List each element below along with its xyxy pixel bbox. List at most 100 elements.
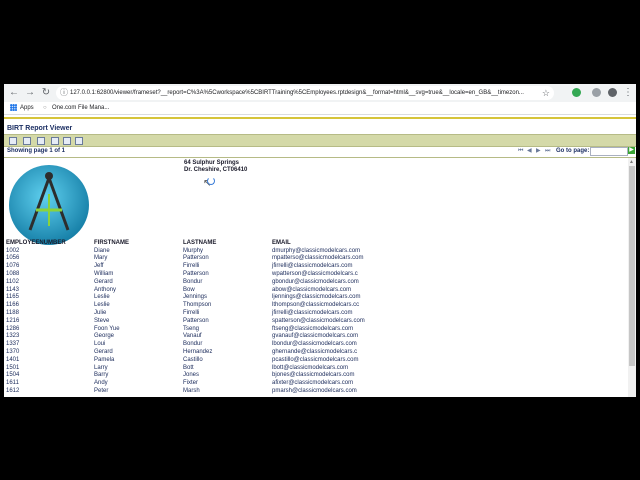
employee-number-cell: 1056 xyxy=(6,255,20,262)
profile-avatar-icon[interactable] xyxy=(608,88,617,97)
url-text: 127.0.0.1:62800/viewer/frameset?__report… xyxy=(70,90,524,96)
email-cell: ghernande@classicmodelcars.c xyxy=(272,348,358,355)
forward-icon[interactable]: → xyxy=(24,87,36,99)
toc-icon[interactable] xyxy=(9,137,17,145)
firstname-cell: Jeff xyxy=(94,263,104,270)
email-cell: ljennings@classicmodelcars.com xyxy=(272,294,361,301)
employee-number-cell: 1370 xyxy=(6,348,20,355)
print-server-icon[interactable] xyxy=(75,137,83,145)
lastname-cell: Thompson xyxy=(183,302,212,309)
page-indicator: Showing page 1 of 1 xyxy=(7,148,66,154)
column-header-lastname: LASTNAME xyxy=(183,240,217,246)
table-row: 1401 Pamela Castillo pcastillo@classicmodel… xyxy=(4,357,628,365)
lastname-cell: Patterson xyxy=(183,270,209,277)
firstname-cell: Larry xyxy=(94,364,108,371)
firstname-cell: Leslie xyxy=(94,302,110,309)
lastname-cell: Firrelli xyxy=(183,263,200,270)
firstname-cell: Steve xyxy=(94,317,110,324)
email-cell: mpatterso@classicmodelcars.com xyxy=(272,255,364,262)
scroll-thumb[interactable] xyxy=(629,166,635,366)
goto-page-label: Go to page: xyxy=(556,148,590,154)
lastname-cell: Patterson xyxy=(183,317,209,324)
export-report-icon[interactable] xyxy=(51,137,59,145)
extension-icon[interactable] xyxy=(572,88,581,97)
scroll-up-icon[interactable]: ▲ xyxy=(629,159,634,165)
viewer-title: BIRT Report Viewer xyxy=(7,125,73,132)
email-cell: lthompson@classicmodelcars.cc xyxy=(272,302,360,309)
firstname-cell: Andy xyxy=(94,380,108,387)
lastname-cell: Bondur xyxy=(183,341,203,348)
email-cell: ftseng@classicmodelcars.com xyxy=(272,325,354,332)
employee-number-cell: 1323 xyxy=(6,333,20,340)
column-header-firstname: FIRSTNAME xyxy=(94,240,129,246)
bookmarks-bar: Apps ○ One.com File Mana... xyxy=(4,102,636,115)
table-row: 1323 George Vanauf gvanauf@classicmodelcars… xyxy=(4,333,628,341)
employee-number-cell: 1088 xyxy=(6,270,20,277)
extension-icon[interactable] xyxy=(592,88,601,97)
email-cell: jfirrelli@classicmodelcars.com xyxy=(272,263,353,270)
firstname-cell: Leslie xyxy=(94,294,110,301)
firstname-cell: Pamela xyxy=(94,356,115,363)
lastname-cell: Bondur xyxy=(183,278,203,285)
lastname-cell: Castillo xyxy=(183,356,203,363)
table-row: 1501 Larry Bott lbott@classicmodelcars.com xyxy=(4,365,628,373)
firstname-cell: William xyxy=(94,270,114,277)
bookmark-star-icon[interactable]: ☆ xyxy=(542,87,550,99)
table-row: 1056 Mary Patterson mpatterso@classicmodelc… xyxy=(4,255,628,263)
one-com-icon: ○ xyxy=(43,105,47,111)
employee-number-cell: 1188 xyxy=(6,309,19,316)
lastname-cell: Vanauf xyxy=(183,333,202,340)
viewer-divider xyxy=(4,117,636,119)
employee-number-cell: 1165 xyxy=(6,294,19,301)
employee-number-cell: 1166 xyxy=(6,302,19,309)
previous-page-icon[interactable]: ◀ xyxy=(527,148,532,155)
last-page-icon[interactable]: ⏭ xyxy=(545,148,550,155)
parameters-icon[interactable] xyxy=(23,137,31,145)
company-address: 64 Sulphur Springs Dr. Cheshire, CT06410 xyxy=(184,160,247,174)
apps-grid-icon xyxy=(10,104,17,111)
back-icon[interactable]: ← xyxy=(8,87,20,99)
browser-navbar: ← → ↻ ⓘ 127.0.0.1:62800/viewer/frameset?… xyxy=(4,84,636,102)
goto-page-input[interactable] xyxy=(590,147,628,156)
lastname-cell: Tseng xyxy=(183,325,200,332)
table-row: 1504 Barry Jones bjones@classicmodelcars.co… xyxy=(4,372,628,380)
email-cell: lbott@classicmodelcars.com xyxy=(272,364,349,371)
company-logo xyxy=(9,165,89,245)
employee-number-cell: 1076 xyxy=(6,263,20,270)
firstname-cell: Mary xyxy=(94,255,108,262)
address-line: 64 Sulphur Springs xyxy=(184,160,240,166)
lastname-cell: Patterson xyxy=(183,255,209,262)
email-cell: lbondur@classicmodelcars.com xyxy=(272,341,357,348)
bookmark-apps[interactable]: Apps xyxy=(20,103,34,113)
table-row: 1166 Leslie Thompson lthompson@classicmodel… xyxy=(4,302,628,310)
lastname-cell: Fixter xyxy=(183,380,198,387)
table-row: 1216 Steve Patterson spatterson@classicmode… xyxy=(4,318,628,326)
reload-icon[interactable]: ↻ xyxy=(40,87,52,99)
print-icon[interactable] xyxy=(63,137,71,145)
browser-window: ← → ↻ ⓘ 127.0.0.1:62800/viewer/frameset?… xyxy=(4,84,636,397)
employee-number-cell: 1611 xyxy=(6,380,19,387)
menu-kebab-icon[interactable]: ⋮ xyxy=(622,87,634,99)
bookmark-one-com[interactable]: One.com File Mana... xyxy=(52,103,109,113)
next-page-icon[interactable]: ▶ xyxy=(536,148,541,155)
employee-number-cell: 1337 xyxy=(6,341,20,348)
firstname-cell: Anthony xyxy=(94,286,117,293)
goto-page-button[interactable]: ▶ xyxy=(628,147,635,154)
email-cell: jfirrelli@classicmodelcars.com xyxy=(272,309,353,316)
report-scrollbar[interactable]: ▲ xyxy=(628,158,636,397)
employee-number-cell: 1216 xyxy=(6,317,20,324)
export-data-icon[interactable] xyxy=(37,137,45,145)
lastname-cell: Jones xyxy=(183,372,200,379)
email-cell: wpatterson@classicmodelcars.c xyxy=(272,270,358,277)
lastname-cell: Firrelli xyxy=(183,309,200,316)
address-bar[interactable]: ⓘ 127.0.0.1:62800/viewer/frameset?__repo… xyxy=(56,86,554,100)
employee-number-cell: 1102 xyxy=(6,278,19,285)
lastname-cell: Jennings xyxy=(183,294,208,301)
firstname-cell: Gerard xyxy=(94,348,113,355)
first-page-icon[interactable]: ⏮ xyxy=(518,148,523,155)
viewer-toolbar xyxy=(4,134,636,147)
lastname-cell: Marsh xyxy=(183,387,200,394)
employee-number-cell: 1612 xyxy=(6,387,20,394)
info-icon[interactable]: ⓘ xyxy=(60,87,68,99)
lastname-cell: Murphy xyxy=(183,247,204,254)
